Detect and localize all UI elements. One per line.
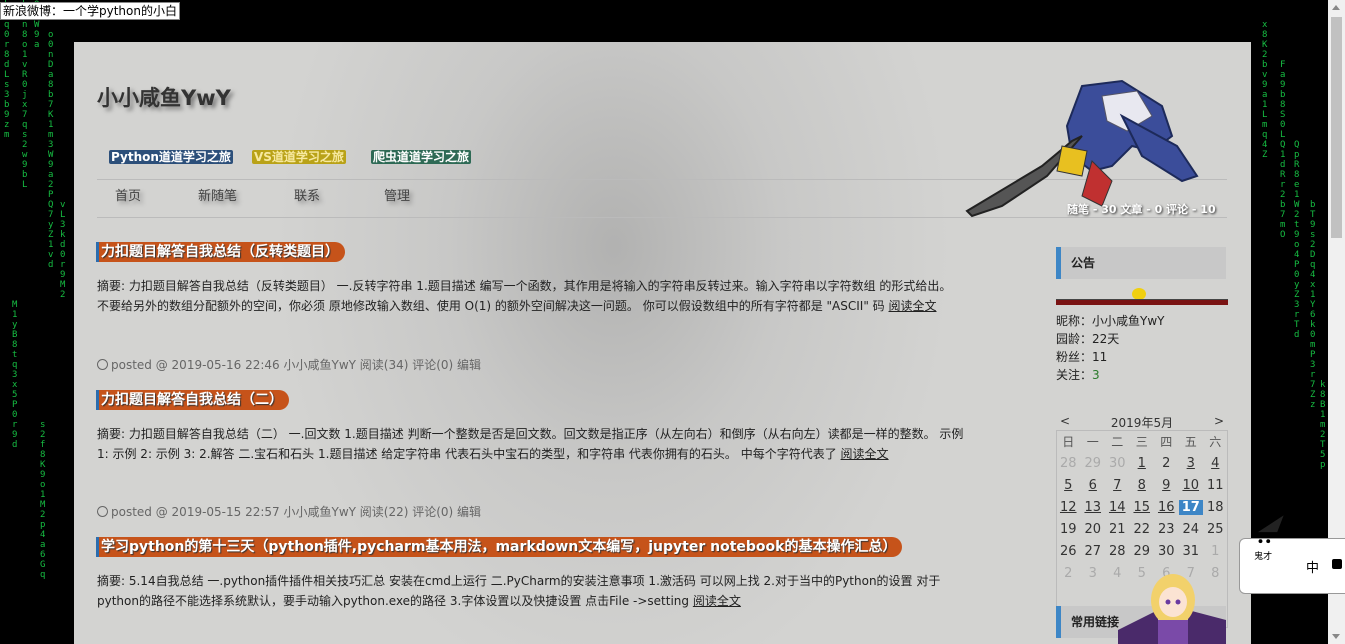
blog-title[interactable]: 小小咸鱼YwY [97,82,231,112]
notice-heading: 公告 [1056,247,1226,279]
calendar-day: 29 [1084,455,1102,471]
calendar-day[interactable]: 14 [1105,500,1130,515]
calendar-week: 28 29 30 1 2 3 4 [1056,452,1228,474]
profile-following: 关注：3 [1056,368,1100,382]
calendar-day[interactable]: 5 [1056,478,1081,493]
calendar-week: 26 27 28 29 30 31 1 [1056,540,1228,562]
calendar-prev-button[interactable]: < [1056,414,1070,430]
nav-admin[interactable]: 管理 [384,185,410,204]
calendar-day[interactable]: 13 [1081,500,1106,515]
post-meta-1: posted @ 2019-05-16 22:46 小小咸鱼YwY 阅读(34)… [97,356,481,373]
post-title-1[interactable]: 力扣题目解答自我总结（反转类题目） [96,242,345,262]
calendar-day[interactable]: 15 [1130,500,1155,515]
calendar-day[interactable]: 9 [1154,478,1179,493]
post-summary-text-3: 摘要: 5.14自我总结 一.python插件插件相关技巧汇总 安装在cmd上运… [97,574,941,608]
calendar-weekdays: 日一二三四五六 [1062,434,1222,449]
profile-info: 昵称：小小咸鱼YwY 园龄：22天 粉丝：11 关注：3 [1056,312,1165,384]
calendar-day: 21 [1108,521,1126,537]
calendar-day: 2 [1162,455,1171,471]
ime-shirt-icon[interactable] [1332,559,1342,569]
category-link-python[interactable]: Python道道学习之旅 [109,150,233,164]
ime-mascot-icon: 鬼才 [1254,515,1284,562]
calendar-day[interactable]: 3 [1179,456,1204,471]
calendar-day: 11 [1206,477,1224,493]
category-link-vs[interactable]: VS道道学习之旅 [252,150,346,164]
profile-nickname: 昵称：小小咸鱼YwY [1056,314,1165,328]
calendar-day: 25 [1206,521,1224,537]
nav-contact[interactable]: 联系 [294,185,320,204]
scroll-down-arrow-icon[interactable] [1332,634,1340,639]
profile-fans: 粉丝：11 [1056,350,1108,364]
ime-mode-label[interactable]: 中 [1306,557,1319,576]
clock-icon [97,506,108,517]
post-title-3[interactable]: 学习python的第十三天（python插件,pycharm基本用法，markd… [96,537,903,557]
post-meta-text-1[interactable]: posted @ 2019-05-16 22:46 小小咸鱼YwY 阅读(34)… [111,358,481,372]
read-more-link-1[interactable]: 阅读全文 [889,299,937,313]
calendar-day: 23 [1157,521,1175,537]
post-summary-2: 摘要: 力扣题目解答自我总结（二） 一.回文数 1.题目描述 判断一个整数是否是… [97,424,967,464]
calendar-day: 19 [1059,521,1077,537]
calendar-day: 28 [1108,543,1126,559]
calendar-day[interactable]: 1 [1130,456,1155,471]
notice-divider [1056,299,1228,305]
calendar-day: 24 [1182,521,1200,537]
clock-icon [97,359,108,370]
calendar-day[interactable]: 7 [1105,478,1130,493]
calendar-day: 28 [1059,455,1077,471]
calendar-week: 19 20 21 22 23 24 25 [1056,518,1228,540]
profile-age: 园龄：22天 [1056,332,1120,346]
ime-widget[interactable]: 鬼才 中 [1239,515,1345,594]
weibo-banner[interactable]: 新浪微博：一个学python的小白 [0,2,180,20]
post-summary-text-1: 摘要: 力扣题目解答自我总结（反转类题目） 一.反转字符串 1.题目描述 编写一… [97,279,952,313]
blog-page: 小小咸鱼YwY Python道道学习之旅 VS道道学习之旅 爬虫道道学习之旅 首… [74,42,1251,644]
calendar-next-button[interactable]: > [1214,414,1228,430]
calendar-day: 30 [1108,455,1126,471]
calendar-day: 1 [1211,543,1220,559]
calendar-day[interactable]: 10 [1179,478,1204,493]
gundam-mech-image [965,79,1199,218]
calendar-day[interactable]: 12 [1056,500,1081,515]
calendar-day: 27 [1084,543,1102,559]
svg-text:鬼才: 鬼才 [1254,550,1272,562]
post-summary-text-2: 摘要: 力扣题目解答自我总结（二） 一.回文数 1.题目描述 判断一个整数是否是… [97,427,964,461]
post-summary-1: 摘要: 力扣题目解答自我总结（反转类题目） 一.反转字符串 1.题目描述 编写一… [97,276,967,316]
calendar-day: 3 [1088,565,1097,581]
calendar-day[interactable]: 8 [1130,478,1155,493]
calendar-day-today[interactable]: 17 [1178,499,1203,515]
calendar-day[interactable]: 16 [1154,500,1179,515]
calendar-week: 5 6 7 8 9 10 11 [1056,474,1228,496]
calendar-day[interactable]: 4 [1203,456,1228,471]
calendar-day: 30 [1157,543,1175,559]
calendar-title: 2019年5月 [1110,416,1174,430]
scrollbar-thumb[interactable] [1331,17,1342,238]
calendar-day: 31 [1182,543,1200,559]
calendar-day: 20 [1084,521,1102,537]
calendar-week: 12 13 14 15 16 17 18 [1056,496,1228,518]
scroll-up-arrow-icon[interactable] [1332,5,1340,10]
calendar-day: 26 [1059,543,1077,559]
anime-girl-mascot-image [1118,574,1226,644]
post-meta-text-2[interactable]: posted @ 2019-05-15 22:57 小小咸鱼YwY 阅读(22)… [111,505,481,519]
calendar-day[interactable]: 6 [1081,478,1106,493]
nav-home[interactable]: 首页 [115,185,141,204]
category-link-spider[interactable]: 爬虫道道学习之旅 [371,150,472,164]
calendar-day: 29 [1133,543,1151,559]
calendar-day: 18 [1206,499,1224,515]
nav-new-post[interactable]: 新随笔 [198,185,237,204]
calendar-day: 2 [1064,565,1073,581]
read-more-link-3[interactable]: 阅读全文 [693,594,741,608]
post-title-2[interactable]: 力扣题目解答自我总结（二） [96,390,289,410]
calendar: < 2019年5月 > 日一二三四五六 28 29 30 1 2 3 4 5 6 7 8 9 10 11… [1056,414,1228,584]
post-summary-3: 摘要: 5.14自我总结 一.python插件插件相关技巧汇总 安装在cmd上运… [97,571,967,611]
blog-stats: 随笔 - 30 文章 - 0 评论 - 10 [1067,203,1216,216]
calendar-day: 22 [1133,521,1151,537]
post-meta-2: posted @ 2019-05-15 22:57 小小咸鱼YwY 阅读(22)… [97,503,481,520]
read-more-link-2[interactable]: 阅读全文 [841,447,889,461]
